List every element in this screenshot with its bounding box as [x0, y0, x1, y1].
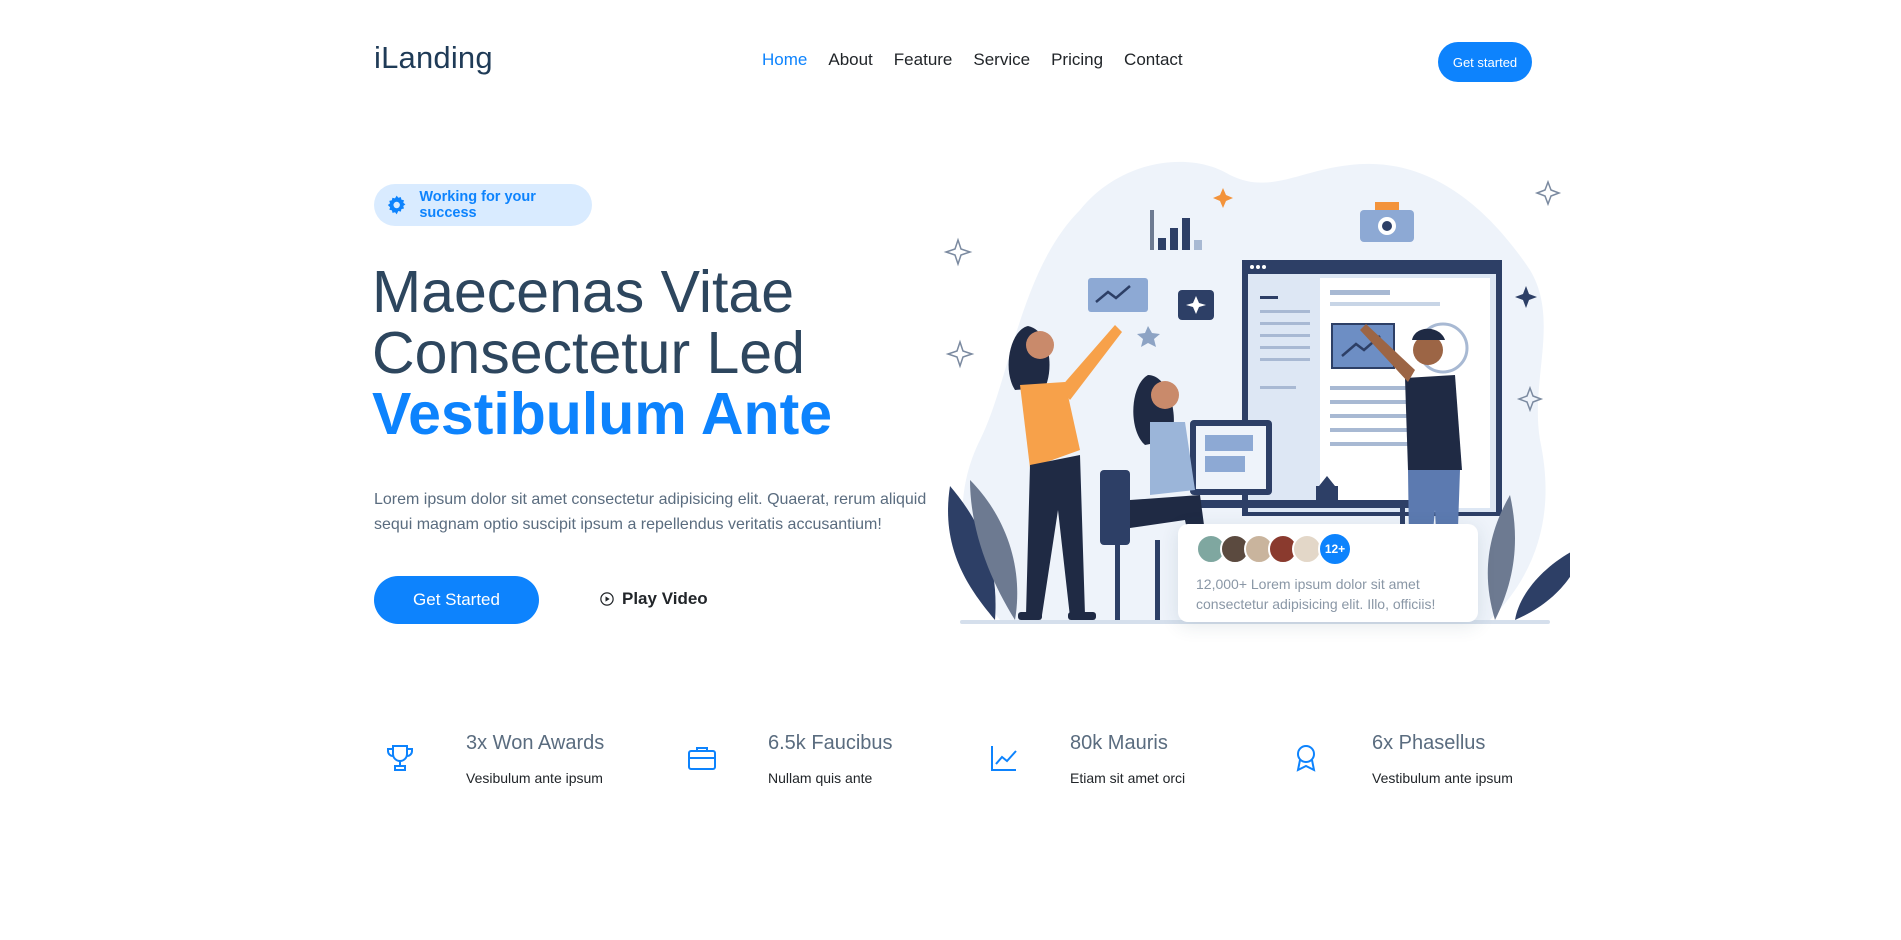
site-header: iLanding Home About Feature Service Pric… [0, 0, 1901, 124]
stat-subtitle: Etiam sit amet orci [1070, 770, 1186, 786]
hero-lead: Lorem ipsum dolor sit amet consectetur a… [374, 491, 927, 533]
graph-up-icon [991, 746, 1017, 771]
trophy-icon [387, 745, 413, 771]
get-started-header-button[interactable]: Get started [1438, 42, 1532, 82]
social-proof-text: 12,000+ Lorem ipsum dolor sit amet conse… [1196, 576, 1436, 612]
more-avatars-badge: 12+ [1318, 532, 1352, 566]
play-video-button[interactable]: Play Video [600, 589, 708, 609]
nav-service[interactable]: Service [973, 50, 1030, 70]
stat-title: 6.5k Faucibus [768, 732, 893, 754]
hero-title-accent: Vestibulum Ante [372, 381, 833, 447]
badge-text: Working for your success [419, 189, 536, 221]
hero-title-line1: Maecenas Vitae [372, 259, 795, 325]
nav-pricing[interactable]: Pricing [1051, 50, 1103, 70]
hero-title: Maecenas Vitae Consectetur Led Vestibulu… [372, 262, 832, 445]
stat-subtitle: Vesibulum ante ipsum [466, 770, 603, 786]
gear-icon [387, 195, 406, 215]
main-nav: Home About Feature Service Pricing Conta… [762, 50, 1183, 70]
hero-badge: Working for your success [374, 184, 592, 226]
stat-title: 80k Mauris [1070, 732, 1168, 754]
stat-title: 3x Won Awards [466, 732, 605, 754]
stat-title: 6x Phasellus [1372, 732, 1486, 754]
briefcase-icon [688, 747, 716, 770]
logo[interactable]: iLanding [374, 40, 493, 76]
nav-contact[interactable]: Contact [1124, 50, 1183, 70]
play-video-label: Play Video [622, 589, 708, 608]
social-proof-card: 12+ 12,000+ Lorem ipsum dolor sit amet c… [1178, 524, 1478, 622]
get-started-button[interactable]: Get Started [374, 576, 539, 624]
hero-title-line2: Consectetur Led [372, 320, 805, 386]
play-circle-icon [600, 592, 614, 606]
award-icon [1296, 745, 1316, 772]
nav-feature[interactable]: Feature [894, 50, 953, 70]
nav-home[interactable]: Home [762, 50, 807, 70]
avatar-group: 12+ [1196, 532, 1460, 566]
stat-subtitle: Nullam quis ante [768, 770, 873, 786]
stat-subtitle: Vestibulum ante ipsum [1372, 770, 1513, 786]
nav-about[interactable]: About [828, 50, 872, 70]
